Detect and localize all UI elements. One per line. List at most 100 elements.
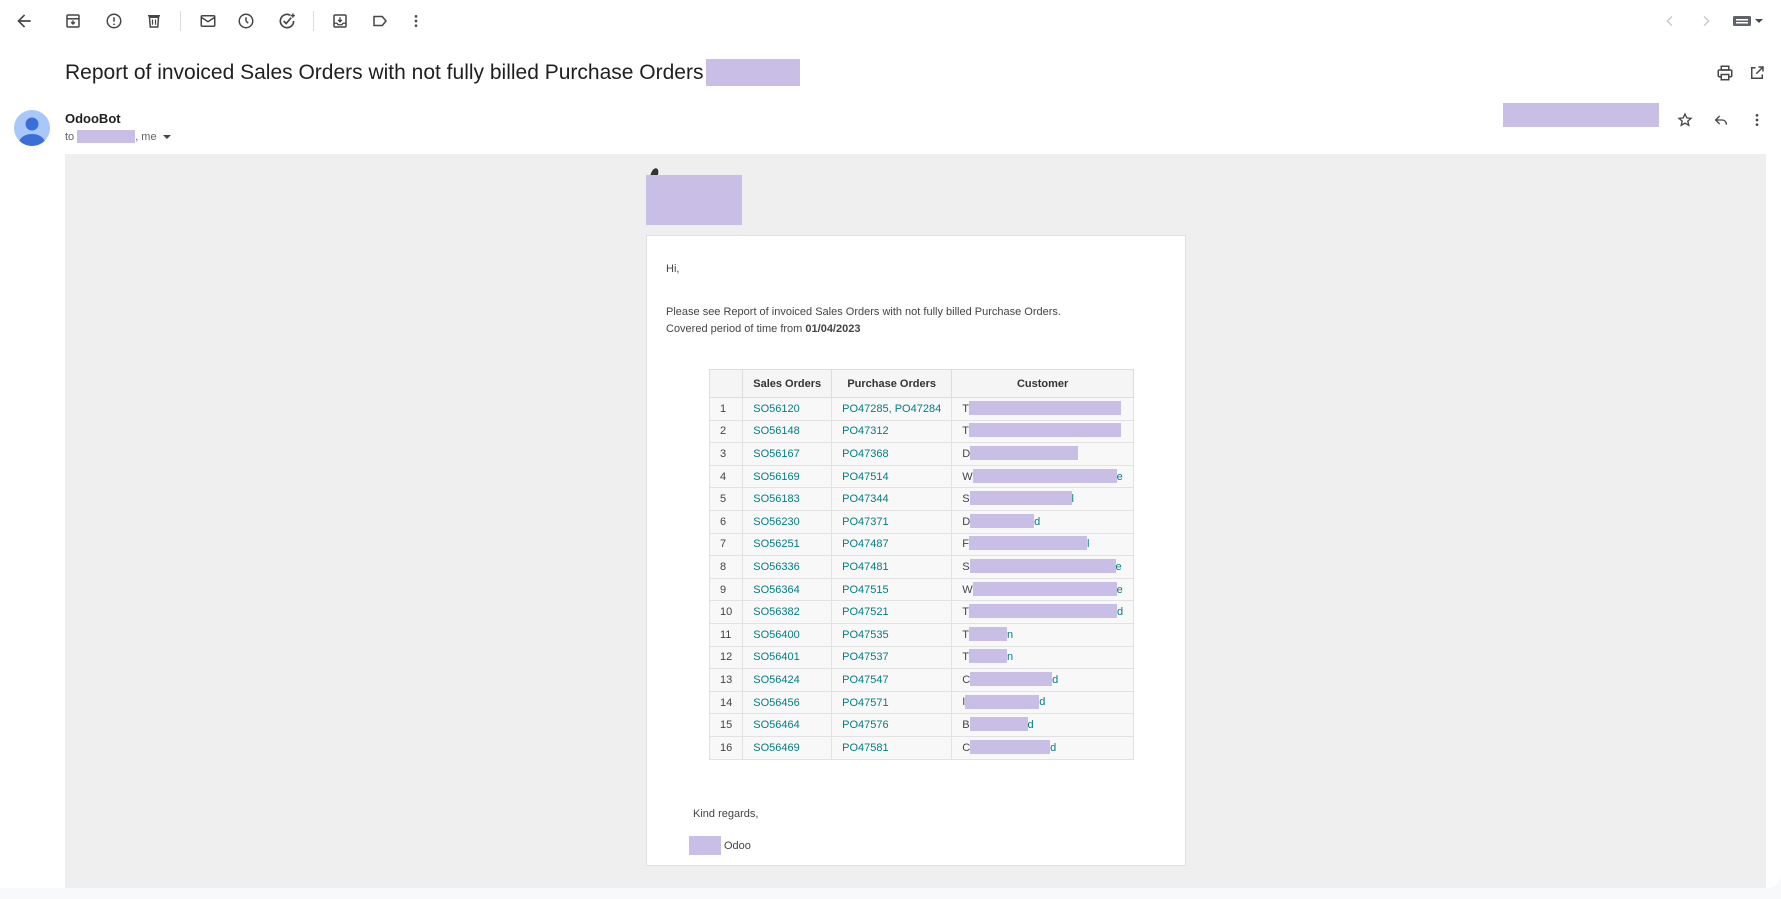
customer-last-char: d — [1116, 606, 1124, 619]
sales-order-link[interactable]: SO56382 — [742, 600, 833, 624]
purchase-order-link[interactable]: PO47487 — [831, 532, 953, 557]
customer-cell[interactable]: Sl — [951, 487, 1135, 511]
more-icon[interactable] — [404, 9, 428, 33]
purchase-order-link[interactable]: PO47368 — [831, 442, 953, 466]
purchase-order-link[interactable]: PO47547 — [831, 668, 953, 692]
table-row: 4 SO56169 PO47514 We — [708, 464, 1135, 489]
print-icon[interactable] — [1714, 62, 1736, 84]
redacted-customer — [968, 626, 1007, 641]
prev-icon[interactable] — [1658, 9, 1682, 33]
table-row: 5 SO56183 PO47344 Sl — [708, 487, 1135, 511]
customer-cell[interactable]: Cd — [951, 668, 1135, 692]
table-row: 9 SO56364 PO47515 We — [708, 577, 1135, 602]
purchase-order-link[interactable]: PO47571 — [831, 690, 953, 715]
customer-cell[interactable]: Tn — [951, 622, 1135, 647]
back-icon[interactable] — [12, 9, 36, 33]
purchase-order-link[interactable]: PO47285, PO47284 — [831, 397, 953, 421]
sales-order-link[interactable]: SO56401 — [742, 645, 833, 670]
sales-order-link[interactable]: SO56169 — [742, 464, 833, 489]
sender-name[interactable]: OdooBot — [65, 111, 121, 126]
customer-cell[interactable]: T — [951, 419, 1135, 444]
sales-order-link[interactable]: SO56336 — [742, 555, 833, 579]
customer-last-char: l — [1086, 538, 1090, 551]
sales-order-link[interactable]: SO56251 — [742, 532, 833, 557]
table-row: 12 SO56401 PO47537 Tn — [708, 645, 1135, 670]
customer-cell[interactable]: Cd — [951, 735, 1135, 760]
sales-order-link[interactable]: SO56167 — [742, 442, 833, 466]
keyboard-icon[interactable] — [1730, 9, 1766, 33]
customer-cell[interactable]: We — [951, 464, 1135, 489]
row-index: 6 — [708, 509, 744, 534]
customer-cell[interactable]: Fl — [951, 532, 1135, 557]
sales-order-link[interactable]: SO56456 — [742, 690, 833, 715]
open-new-window-icon[interactable] — [1746, 62, 1768, 84]
delete-icon[interactable] — [142, 9, 166, 33]
sales-order-link[interactable]: SO56183 — [742, 487, 833, 511]
customer-cell[interactable]: Se — [951, 555, 1135, 579]
purchase-order-link[interactable]: PO47515 — [831, 577, 953, 602]
add-to-tasks-icon[interactable] — [275, 9, 299, 33]
customer-last-char: e — [1115, 560, 1122, 573]
customer-initial: W — [962, 470, 973, 483]
recipients-dropdown-icon[interactable] — [162, 132, 172, 142]
purchase-order-link[interactable]: PO47312 — [831, 419, 953, 444]
purchase-order-link[interactable]: PO47481 — [831, 555, 953, 579]
report-spam-icon[interactable] — [102, 9, 126, 33]
sales-order-link[interactable]: SO56148 — [742, 419, 833, 444]
customer-cell[interactable]: D — [951, 442, 1135, 466]
purchase-order-link[interactable]: PO47576 — [831, 713, 953, 737]
recipients: to , me — [65, 130, 172, 143]
customer-last-char: d — [1052, 673, 1059, 686]
customer-cell[interactable]: Tn — [951, 645, 1135, 670]
archive-icon[interactable] — [61, 9, 85, 33]
purchase-order-link[interactable]: PO47581 — [831, 735, 953, 760]
redacted-customer — [972, 468, 1117, 483]
snooze-icon[interactable] — [234, 9, 258, 33]
label-icon[interactable] — [368, 9, 392, 33]
sales-order-link[interactable]: SO56424 — [742, 668, 833, 692]
sales-order-link[interactable]: SO56400 — [742, 622, 833, 647]
table-row: 1 SO56120 PO47285, PO47284 T — [708, 397, 1135, 421]
greeting: Hi, — [666, 263, 680, 275]
purchase-order-link[interactable]: PO47537 — [831, 645, 953, 670]
more-options-icon[interactable] — [1746, 109, 1768, 131]
row-index: 9 — [708, 577, 744, 602]
report-table: Sales Orders Purchase Orders Customer 1S… — [708, 369, 1135, 760]
star-icon[interactable] — [1674, 109, 1696, 131]
customer-last-char: d — [1034, 515, 1041, 528]
sales-order-link[interactable]: SO56464 — [742, 713, 833, 737]
subject-text: Report of invoiced Sales Orders with not… — [65, 60, 704, 84]
customer-cell[interactable]: Dd — [951, 509, 1135, 534]
purchase-order-link[interactable]: PO47371 — [831, 509, 953, 534]
purchase-order-link[interactable]: PO47535 — [831, 622, 953, 647]
sales-order-link[interactable]: SO56120 — [742, 397, 833, 421]
customer-last-char: n — [1006, 628, 1014, 641]
customer-cell[interactable]: T — [951, 397, 1135, 421]
redacted-customer — [965, 694, 1040, 709]
customer-initial: D — [962, 447, 971, 460]
table-row: 6 SO56230 PO47371 Dd — [708, 509, 1135, 534]
sales-order-link[interactable]: SO56364 — [742, 577, 833, 602]
customer-cell[interactable]: Bd — [951, 713, 1135, 737]
row-index: 5 — [708, 487, 744, 511]
move-to-icon[interactable] — [328, 9, 352, 33]
customer-cell[interactable]: Id — [951, 690, 1135, 715]
redacted-customer — [969, 559, 1116, 573]
reply-icon[interactable] — [1710, 109, 1732, 131]
customer-last-char: d — [1027, 719, 1034, 732]
customer-cell[interactable]: Td — [951, 600, 1135, 624]
avatar — [14, 110, 50, 146]
redacted-customer — [968, 604, 1117, 619]
mark-unread-icon[interactable] — [196, 9, 220, 33]
purchase-order-link[interactable]: PO47514 — [831, 464, 953, 489]
sales-order-link[interactable]: SO56230 — [742, 509, 833, 534]
customer-initial: T — [962, 651, 969, 664]
row-index: 1 — [708, 397, 744, 421]
customer-initial: T — [962, 606, 969, 619]
purchase-order-link[interactable]: PO47521 — [831, 600, 953, 624]
sales-order-link[interactable]: SO56469 — [742, 735, 833, 760]
purchase-order-link[interactable]: PO47344 — [831, 487, 953, 511]
customer-cell[interactable]: We — [951, 577, 1135, 602]
next-icon[interactable] — [1694, 9, 1718, 33]
to-me-label: , me — [135, 130, 157, 143]
